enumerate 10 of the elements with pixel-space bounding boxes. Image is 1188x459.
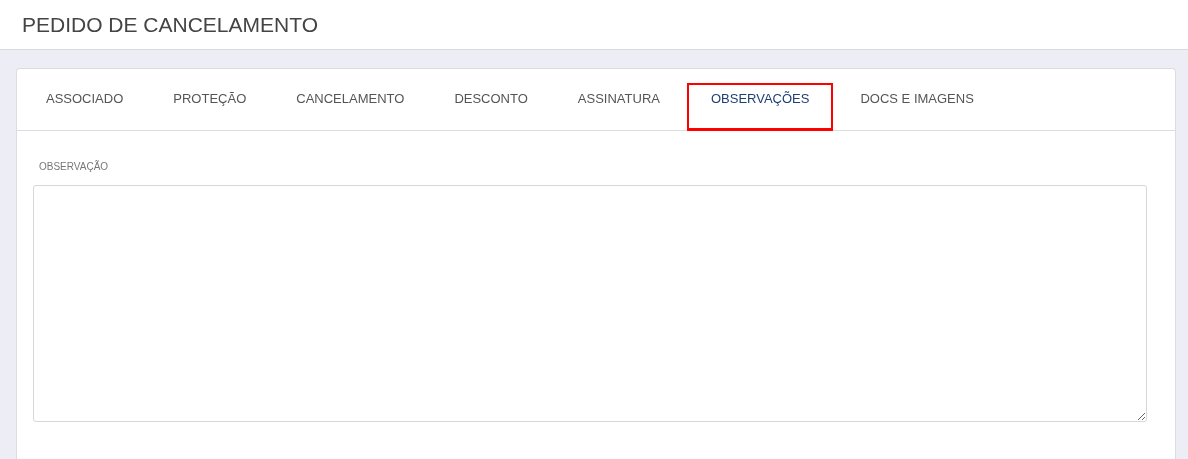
tab[interactable]: CANCELAMENTO: [273, 83, 428, 131]
page-title: PEDIDO DE CANCELAMENTO: [22, 12, 318, 37]
tab[interactable]: ASSINATURA: [554, 83, 683, 131]
tab[interactable]: ASSOCIADO: [23, 83, 147, 131]
field-label: OBSERVAÇÃO: [39, 161, 110, 172]
tab[interactable]: DESCONTO: [431, 83, 551, 131]
observation-textarea[interactable]: [33, 185, 1147, 422]
tab[interactable]: PROTEÇÃO: [150, 83, 270, 131]
tab[interactable]: OBSERVAÇÕES: [686, 83, 834, 131]
tab[interactable]: DOCS E IMAGENS: [837, 83, 997, 131]
